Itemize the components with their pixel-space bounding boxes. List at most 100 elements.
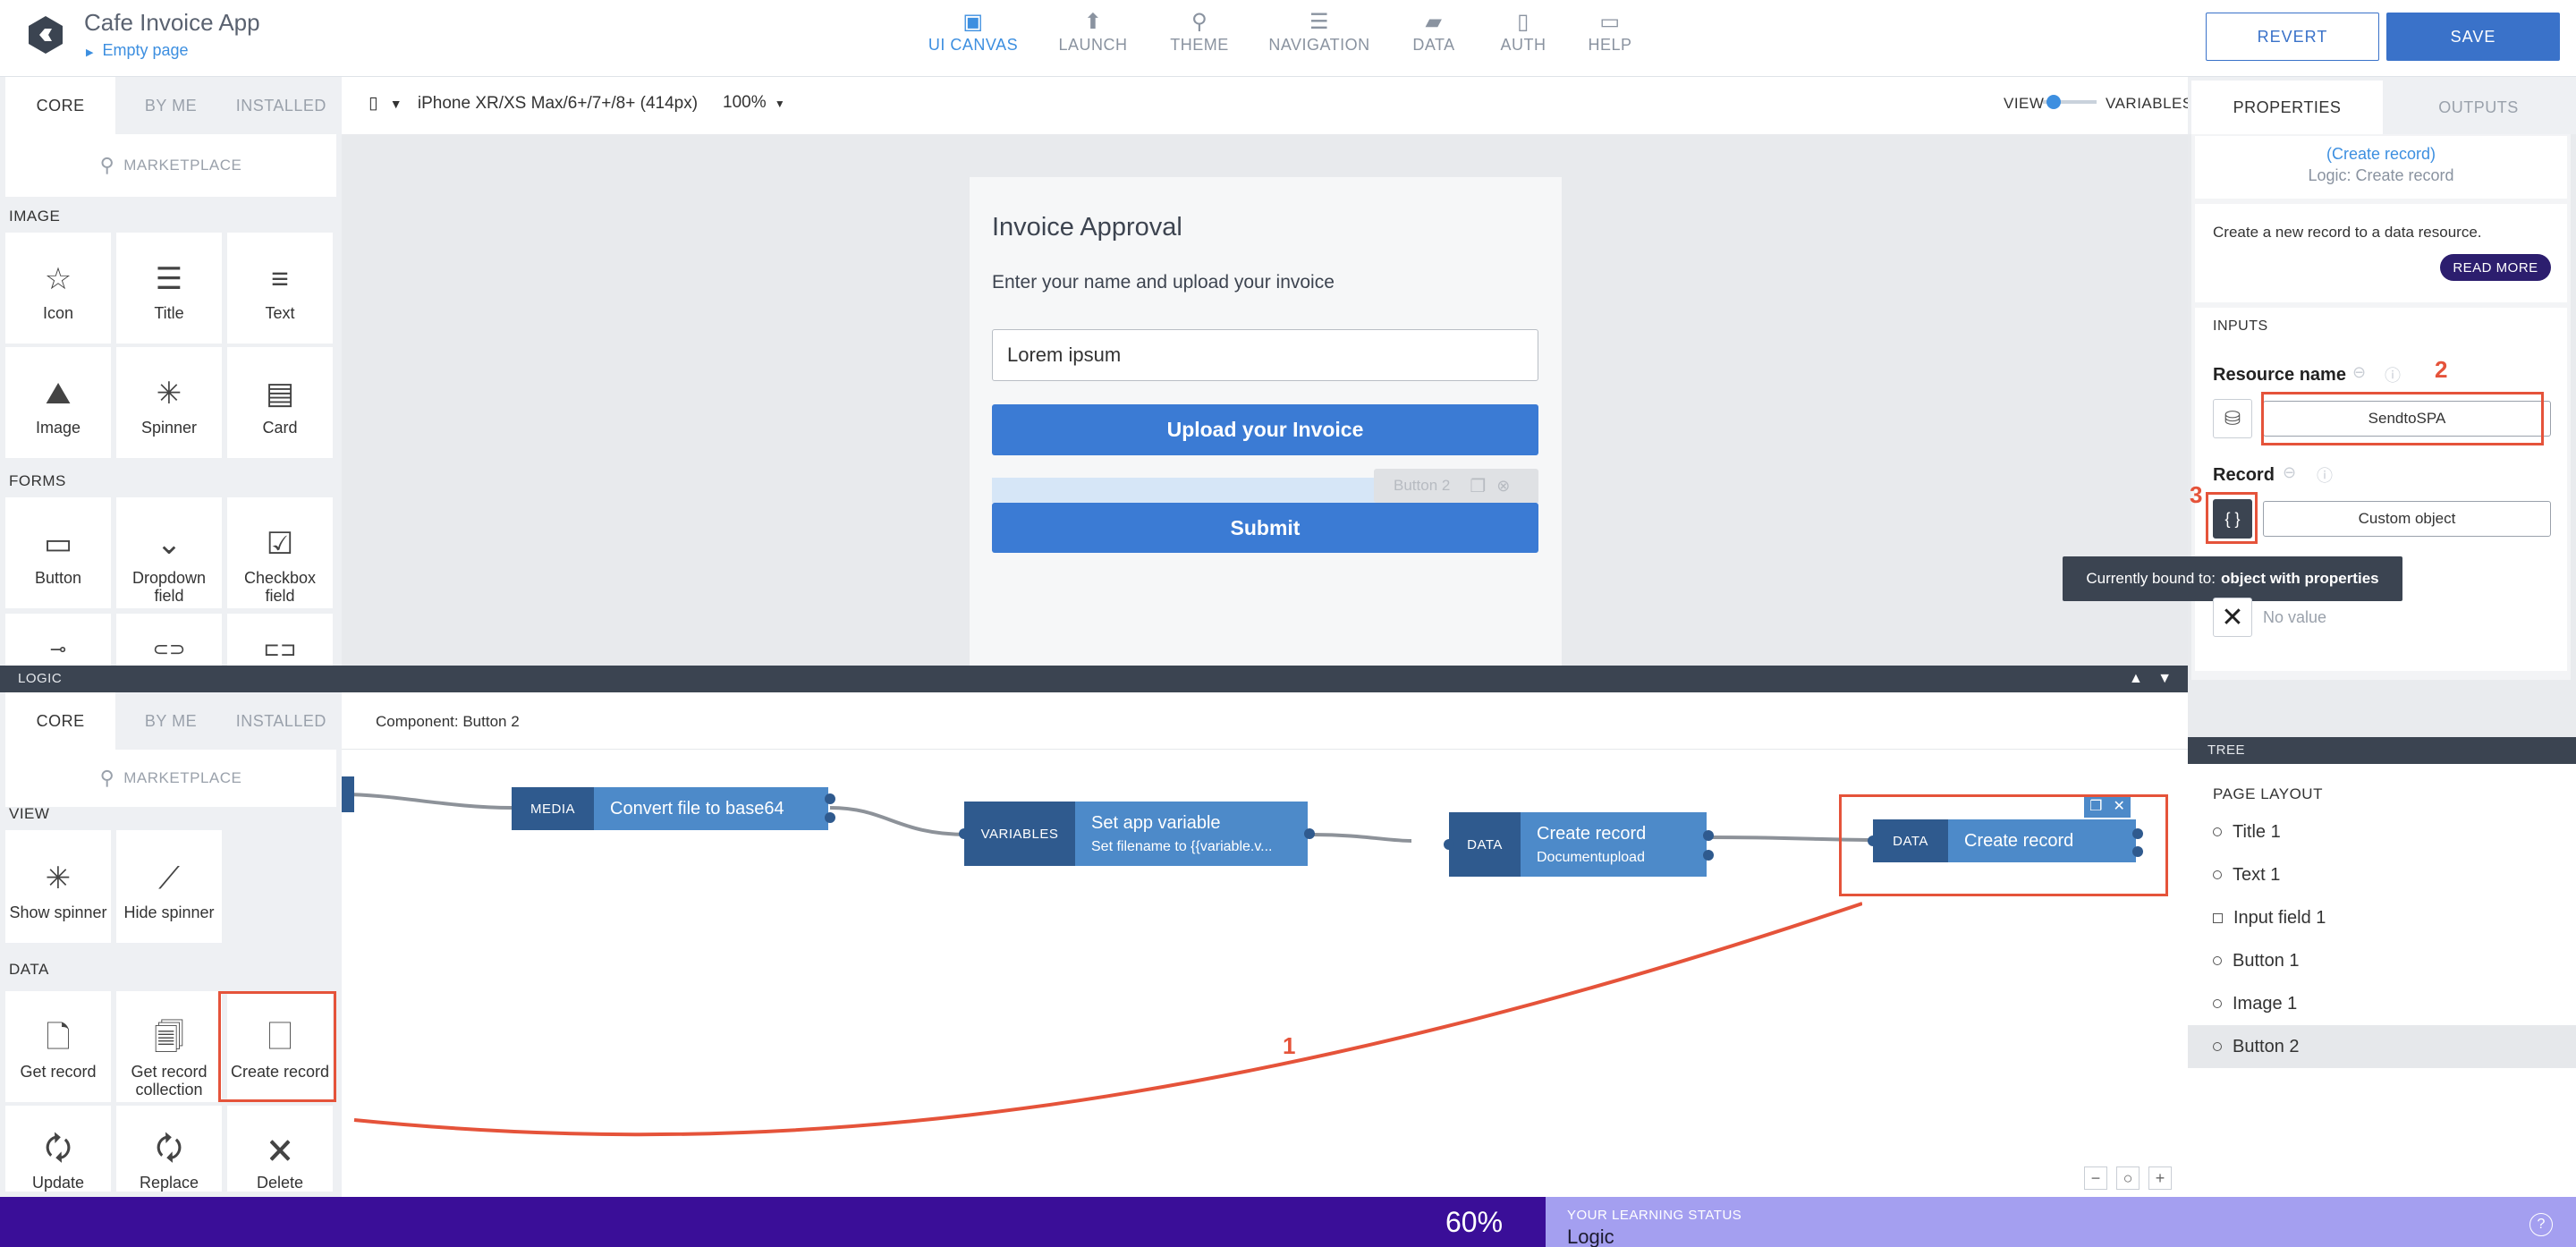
logic-header <box>342 692 2188 750</box>
tile-update[interactable]: 🗘 Update <box>5 1106 111 1192</box>
trigger-node-stub[interactable] <box>342 776 354 812</box>
node-output-port[interactable] <box>1703 850 1714 861</box>
record-field[interactable]: Custom object <box>2263 501 2551 537</box>
link-icon[interactable]: ⊖ <box>2283 463 2296 482</box>
tab-outputs[interactable]: OUTPUTS <box>2383 81 2574 134</box>
zoom-reset-button[interactable]: ○ <box>2116 1166 2140 1190</box>
tile-text[interactable]: ≡ Text <box>227 233 333 344</box>
node-name[interactable]: (Create record) <box>2195 145 2567 164</box>
logic-node-convert-file[interactable]: MEDIA Convert file to base64 <box>512 787 828 830</box>
question-icon[interactable]: ? <box>2529 1213 2553 1236</box>
toggle-knob[interactable] <box>2046 95 2061 109</box>
link-icon[interactable]: ⊖ <box>2352 363 2366 382</box>
node-title: Convert file to base64 <box>610 798 784 819</box>
tree-item-button-1[interactable]: Button 1 <box>2188 939 2576 982</box>
tile-label: Show spinner <box>9 903 107 921</box>
tab-data[interactable]: ▰ DATA <box>1402 9 1465 68</box>
read-more-button[interactable]: READ MORE <box>2440 254 2551 281</box>
page-selector[interactable]: ▶ Empty page <box>86 41 189 60</box>
preview-upload-button[interactable]: Upload your Invoice <box>992 404 1538 455</box>
tree-item-title-1[interactable]: Title 1 <box>2188 810 2576 853</box>
tile-title[interactable]: ☰ Title <box>116 233 222 344</box>
tile-button[interactable]: ▭ Button <box>5 497 111 608</box>
view-toggle-label[interactable]: VIEW <box>2004 95 2044 113</box>
tile-label: Title <box>154 304 184 322</box>
tile-delete[interactable]: 🗙 Delete <box>227 1106 333 1192</box>
tree-bar[interactable]: TREE <box>2188 737 2576 764</box>
tab-ui-canvas[interactable]: ▣ UI CANVAS <box>923 9 1023 68</box>
tile-dropdown[interactable]: ⌄ Dropdown field <box>116 497 222 608</box>
tile-get-record[interactable]: 🗋 Get record <box>5 991 111 1102</box>
logic-marketplace-search[interactable]: ⚲ MARKETPLACE <box>5 750 336 807</box>
preview-submit-button[interactable]: Submit <box>992 503 1538 553</box>
tab-by-me[interactable]: BY ME <box>115 77 225 134</box>
tab-installed[interactable]: INSTALLED <box>226 692 336 750</box>
close-icon[interactable]: ⊗ <box>1496 477 1510 496</box>
tile-show-spinner[interactable]: ✳ Show spinner <box>5 830 111 943</box>
help-icon: ▭ <box>1599 10 1621 34</box>
app-logo-icon[interactable] <box>25 14 66 55</box>
preview-input-field[interactable]: Lorem ipsum <box>992 329 1538 381</box>
preview-text[interactable]: Enter your name and upload your invoice <box>992 272 1335 293</box>
zoom-selector[interactable]: 100% ▼ <box>723 93 785 113</box>
node-input-port[interactable] <box>1444 839 1454 850</box>
tile-image[interactable]: ⛰ Image <box>5 347 111 458</box>
marketplace-search[interactable]: ⚲ MARKETPLACE <box>5 134 336 197</box>
tab-by-me[interactable]: BY ME <box>115 692 225 750</box>
tile-spinner[interactable]: ✳ Spinner <box>116 347 222 458</box>
copy-icon[interactable]: ❐ <box>1470 475 1486 497</box>
chevron-down-icon[interactable]: ▼ <box>2157 671 2172 686</box>
node-type: MEDIA <box>512 787 594 830</box>
update-icon: 🗘 <box>44 1132 72 1166</box>
node-output-port[interactable] <box>1304 828 1315 839</box>
no-binding-icon[interactable]: ✕ <box>2213 598 2252 637</box>
zoom-out-button[interactable]: − <box>2084 1166 2107 1190</box>
zoom-in-button[interactable]: + <box>2148 1166 2172 1190</box>
preview-title[interactable]: Invoice Approval <box>992 213 1182 242</box>
tab-launch[interactable]: ⬆ LAUNCH <box>1050 9 1136 68</box>
info-icon[interactable]: ⓘ <box>2317 463 2333 487</box>
device-selector[interactable]: ▯ ▼ iPhone XR/XS Max/6+/7+/8+ (414px) <box>369 93 698 114</box>
tree-item-input-field-1[interactable]: Input field 1 <box>2188 896 2576 939</box>
logic-bar[interactable]: LOGIC <box>0 666 2188 692</box>
database-icon[interactable]: ⛁ <box>2213 399 2252 438</box>
chevron-up-icon[interactable]: ▲ <box>2129 671 2143 686</box>
tree-item-image-1[interactable]: Image 1 <box>2188 982 2576 1025</box>
tab-navigation[interactable]: ☰ NAVIGATION <box>1263 9 1376 68</box>
tile-icon[interactable]: ☆ Icon <box>5 233 111 344</box>
node-output-port[interactable] <box>1703 830 1714 841</box>
node-output-port[interactable] <box>825 793 835 804</box>
save-button[interactable]: SAVE <box>2386 13 2560 61</box>
tile-checkbox[interactable]: ☑ Checkbox field <box>227 497 333 608</box>
node-title: Create record <box>1537 823 1647 844</box>
revert-button[interactable]: REVERT <box>2206 13 2379 61</box>
theme-icon: ⚲ <box>1191 10 1208 34</box>
info-icon[interactable]: ⓘ <box>2385 363 2401 386</box>
tile-toggle[interactable]: ⊏⊐ <box>227 614 333 666</box>
node-body: Set app variable Set filename to {{varia… <box>1075 802 1308 866</box>
slider-icon: ⊸ <box>49 638 67 660</box>
variables-toggle-label[interactable]: VARIABLES <box>2106 95 2193 113</box>
tree-item-text-1[interactable]: Text 1 <box>2188 853 2576 896</box>
tab-auth[interactable]: ▯ AUTH <box>1492 9 1555 68</box>
tab-core[interactable]: CORE <box>5 692 116 750</box>
tile-card[interactable]: ▤ Card <box>227 347 333 458</box>
tile-get-record-collection[interactable]: 🗐 Get record collection <box>116 991 222 1102</box>
tile-replace[interactable]: 🗘 Replace <box>116 1106 222 1192</box>
logic-node-create-record-documentupload[interactable]: DATA Create record Documentupload <box>1449 812 1707 877</box>
tile-chips[interactable]: ⊂⊃ <box>116 614 222 666</box>
tile-slider[interactable]: ⊸ <box>5 614 111 666</box>
tab-properties[interactable]: PROPERTIES <box>2191 81 2383 134</box>
node-input-port[interactable] <box>959 828 970 839</box>
tree-item-button-2[interactable]: Button 2 <box>2188 1025 2576 1068</box>
tile-hide-spinner[interactable]: ⟋ Hide spinner <box>116 830 222 943</box>
tab-core[interactable]: CORE <box>5 77 116 134</box>
node-output-port[interactable] <box>825 812 835 823</box>
logic-node-set-app-variable[interactable]: VARIABLES Set app variable Set filename … <box>964 802 1308 866</box>
tab-installed[interactable]: INSTALLED <box>226 77 336 134</box>
logic-collapse-controls[interactable]: ▲ ▼ <box>2129 666 2172 692</box>
tab-label: THEME <box>1170 36 1229 54</box>
tab-theme[interactable]: ⚲ THEME <box>1163 9 1236 68</box>
tile-label: Icon <box>42 304 74 322</box>
tab-help[interactable]: ▭ HELP <box>1578 9 1642 68</box>
